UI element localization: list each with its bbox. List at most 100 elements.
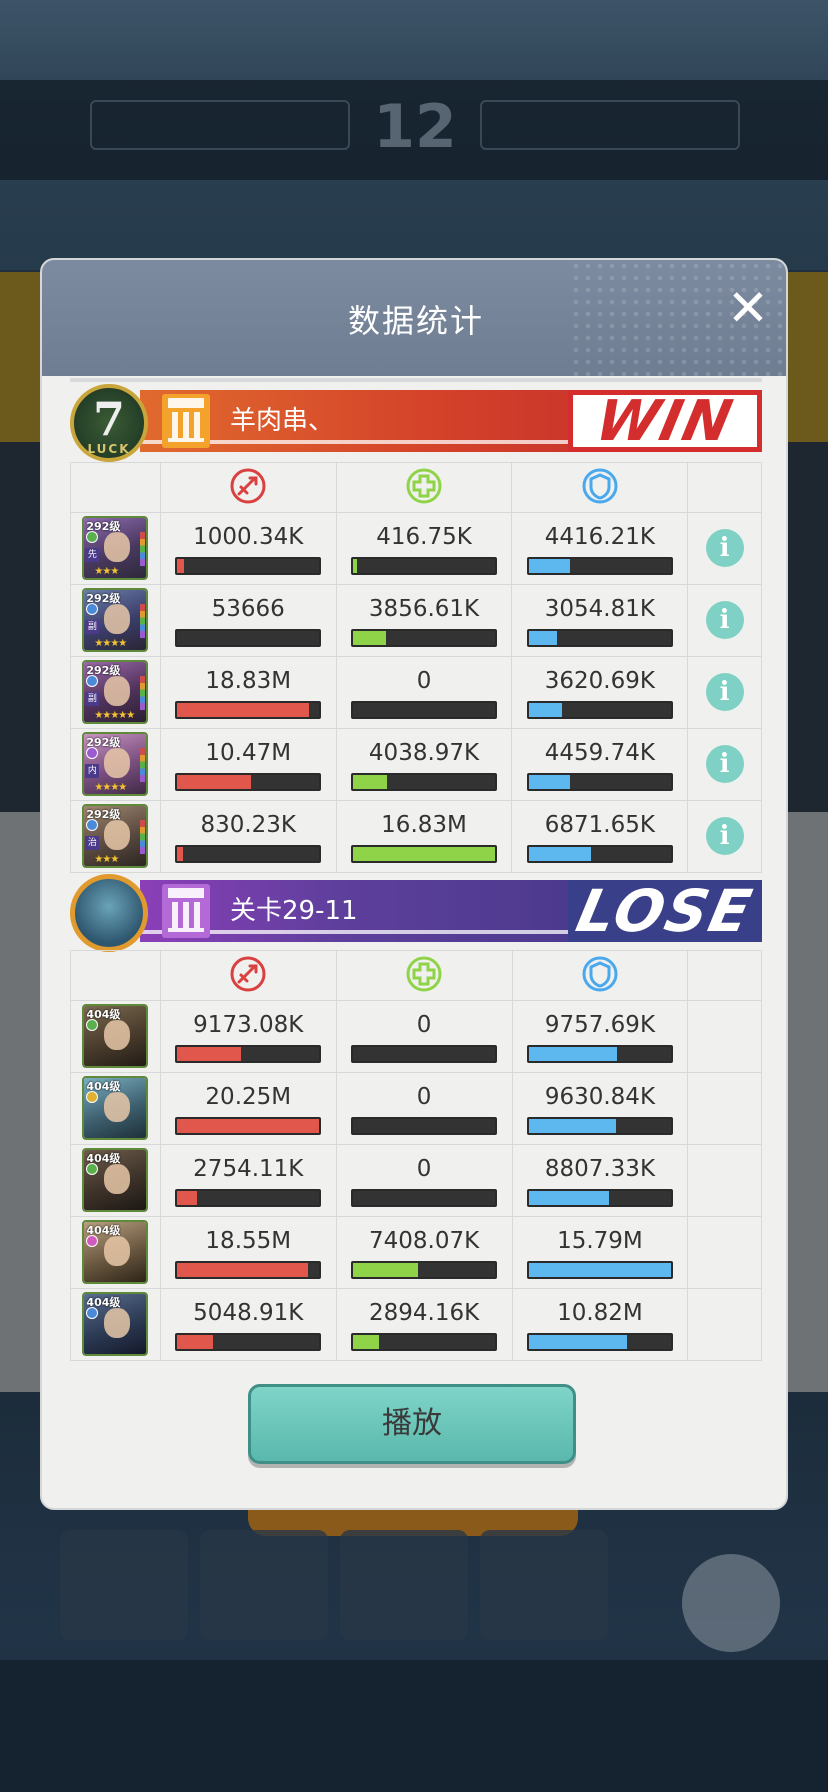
background-card	[200, 1530, 328, 1640]
damage-cell: 5048.91K	[159, 1288, 337, 1361]
play-button[interactable]: 播放	[248, 1384, 576, 1464]
background-footer	[0, 1660, 828, 1792]
hero-face	[104, 1308, 131, 1338]
info-cell	[687, 1000, 762, 1073]
damage-value: 18.83M	[205, 668, 292, 694]
hero-level: 404级	[86, 1008, 121, 1021]
defense-bar	[526, 701, 673, 719]
hero-stats-row: 404级 20.25M 0 9630.84K	[70, 1072, 762, 1145]
info-cell	[687, 1072, 762, 1145]
heal-value: 0	[416, 668, 432, 694]
hero-portrait: 292级先 ★★★	[82, 516, 149, 580]
hero-stars: ★★★★★	[94, 710, 135, 721]
banner-stripe	[140, 930, 632, 934]
defense-bar-fill	[528, 703, 562, 717]
hero-stats-row: 404级 9173.08K 0 9757.69K	[70, 1000, 762, 1073]
hero-portrait: 404级	[82, 1220, 149, 1284]
header-cell-info	[687, 462, 762, 513]
info-icon[interactable]: i	[705, 817, 744, 855]
heal-value: 2894.16K	[369, 1300, 480, 1326]
defense-bar-fill	[528, 559, 570, 573]
damage-bar	[175, 701, 322, 719]
info-icon[interactable]: i	[705, 529, 744, 567]
damage-bar-fill	[177, 1191, 198, 1205]
heal-cell: 2894.16K	[335, 1288, 513, 1361]
attack-icon	[230, 468, 266, 503]
damage-bar-fill	[177, 1119, 320, 1133]
heal-bar	[351, 1189, 498, 1207]
hero-level: 292级	[86, 808, 121, 821]
rank-pips	[140, 748, 146, 782]
hero-level: 404级	[86, 1296, 121, 1309]
damage-cell: 18.55M	[159, 1216, 337, 1289]
header-cell-damage	[159, 950, 337, 1001]
defense-bar-fill	[528, 1119, 616, 1133]
info-icon[interactable]: i	[705, 601, 744, 639]
defense-bar	[526, 1261, 673, 1279]
header-cell-heal	[335, 462, 513, 513]
damage-bar	[175, 1333, 322, 1351]
hero-stats-row: 404级 2754.11K 0 8807.33K	[70, 1144, 762, 1217]
banner-stripe	[140, 440, 632, 444]
info-icon[interactable]: i	[705, 673, 744, 711]
heal-cell: 0	[335, 656, 513, 729]
defense-bar-fill	[528, 1335, 627, 1349]
hero-face	[104, 1020, 131, 1050]
heal-bar	[351, 1333, 498, 1351]
background-hud-right-panel	[480, 100, 740, 150]
background-card	[340, 1530, 468, 1640]
background-card	[480, 1530, 608, 1640]
heal-icon	[406, 468, 442, 503]
header-cell-defense	[511, 950, 689, 1001]
heal-bar	[351, 1045, 498, 1063]
damage-bar-fill	[177, 775, 252, 789]
defense-value: 4416.21K	[544, 524, 655, 550]
defense-bar	[526, 1333, 673, 1351]
heal-value: 3856.61K	[368, 596, 480, 622]
stats-header-row	[70, 462, 762, 513]
defense-value: 6871.65K	[544, 812, 655, 838]
guild-flag-icon	[162, 884, 210, 938]
damage-bar	[175, 1189, 322, 1207]
defense-bar	[526, 1045, 673, 1063]
rank-pips	[140, 532, 146, 566]
defense-bar-fill	[528, 847, 591, 861]
info-icon[interactable]: i	[705, 745, 744, 783]
hero-role-tag: 副	[85, 620, 100, 634]
result-badge-lose: LOSE	[568, 880, 762, 942]
close-button[interactable]: ✕	[722, 282, 774, 334]
info-cell: i	[687, 800, 762, 873]
heal-bar	[351, 773, 498, 791]
hero-level: 292级	[86, 664, 121, 677]
defense-bar	[526, 629, 673, 647]
header-divider	[70, 378, 762, 382]
defense-cell: 9630.84K	[511, 1072, 689, 1145]
header-cell-hero	[70, 950, 161, 1001]
defense-value: 3620.69K	[544, 668, 655, 694]
team-banner-enemy: 关卡29-11 LOSE	[70, 874, 762, 952]
hero-cell: 404级	[70, 1288, 161, 1361]
hero-cell: 292级先 ★★★	[70, 512, 161, 585]
result-badge-win: WIN	[568, 390, 762, 452]
damage-value: 53666	[211, 596, 285, 622]
defense-cell: 4416.21K	[511, 512, 689, 585]
guild-flag-icon	[162, 394, 210, 448]
damage-bar	[175, 1261, 322, 1279]
hero-portrait: 404级	[82, 1148, 149, 1212]
team-banner-player: 羊肉串、 WIN 7 LUCK	[70, 384, 762, 462]
hero-face	[104, 820, 131, 850]
damage-cell: 830.23K	[159, 800, 337, 873]
hero-cell: 404级	[70, 1216, 161, 1289]
player-luck-avatar: 7 LUCK	[70, 384, 148, 462]
damage-cell: 9173.08K	[159, 1000, 337, 1073]
hero-cell: 404级	[70, 1072, 161, 1145]
hero-portrait: 292级副 ★★★★	[82, 588, 149, 652]
defense-bar	[526, 773, 673, 791]
hero-face	[104, 532, 131, 562]
damage-value: 18.55M	[205, 1228, 292, 1254]
heal-bar-fill	[353, 775, 388, 789]
background-card	[60, 1530, 188, 1640]
hero-portrait: 292级治 ★★★	[82, 804, 149, 868]
battle-stats-dialog: 数据统计 ✕ 羊肉串、 WIN 7 LUCK 292级 先 ★★★ 1000.3…	[40, 258, 788, 1510]
heal-bar	[351, 845, 498, 863]
